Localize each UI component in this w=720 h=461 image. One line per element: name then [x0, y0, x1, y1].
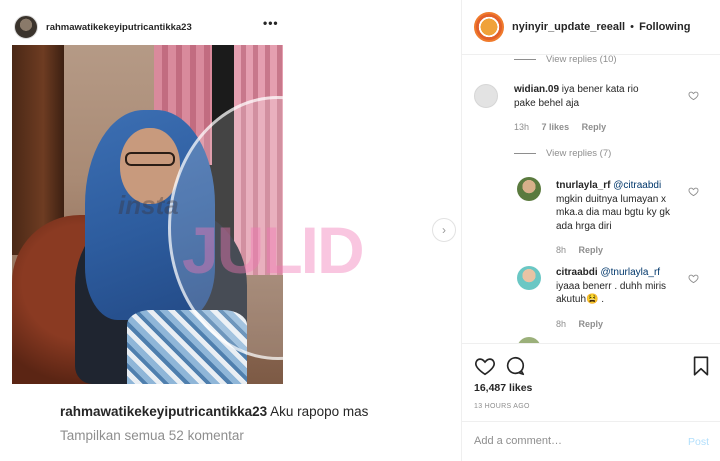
heart-icon[interactable] — [688, 186, 699, 197]
following-button[interactable]: Following — [639, 21, 690, 33]
heart-icon[interactable] — [688, 273, 699, 284]
caption-text: Aku rapopo mas — [270, 404, 369, 419]
embedded-post: rahmawatikekeyiputricantikka23 ••• insta… — [0, 0, 462, 461]
post-header: rahmawatikekeyiputricantikka23 — [14, 14, 284, 40]
comment-text: tnurlayla_rf @citraabdi mgkin duitnya lu… — [556, 180, 670, 232]
comment-time: 8h — [556, 319, 567, 329]
avatar[interactable] — [474, 84, 498, 108]
comment-username[interactable]: widian.09 — [514, 84, 559, 95]
post-caption: rahmawatikekeyiputricantikka23 Aku rapop… — [60, 404, 368, 419]
heart-icon[interactable] — [474, 355, 496, 377]
view-replies-link[interactable]: View replies (7) — [514, 148, 611, 159]
comment-meta: 13h 7 likes Reply — [514, 122, 616, 132]
view-replies-link[interactable]: View replies (10) — [514, 55, 617, 65]
chevron-right-icon[interactable]: › — [432, 218, 456, 242]
add-comment-bar: Post — [462, 421, 720, 461]
action-bar: 16,487 likes 13 HOURS AGO — [462, 343, 720, 421]
view-all-comments-link[interactable]: Tampilkan semua 52 komentar — [60, 428, 244, 443]
post-username[interactable]: rahmawatikekeyiputricantikka23 — [46, 22, 192, 33]
watermark-text: insta — [118, 190, 179, 220]
comment-time: 8h — [556, 245, 567, 255]
comments-list[interactable]: View replies (10) widian.09 iya bener ka… — [462, 55, 720, 343]
comment-username[interactable]: citraabdi — [556, 267, 598, 278]
comment-likes[interactable]: 7 likes — [542, 122, 570, 132]
avatar[interactable] — [517, 177, 541, 201]
post-timestamp: 13 HOURS AGO — [474, 403, 530, 410]
heart-icon[interactable] — [688, 90, 699, 101]
mention-link[interactable]: @citraabdi — [613, 180, 661, 191]
comment-time: 13h — [514, 122, 530, 132]
reply-button[interactable]: Reply — [579, 319, 604, 329]
mention-link[interactable]: @tnurlayla_rf — [600, 267, 660, 278]
comment-meta: 8h Reply — [556, 319, 613, 329]
panel-username[interactable]: nyinyir_update_reeall — [512, 21, 625, 33]
caption-username[interactable]: rahmawatikekeyiputricantikka23 — [60, 404, 267, 419]
likes-count[interactable]: 16,487 likes — [474, 382, 532, 394]
comment-text: widian.09 iya bener kata rio pake behel … — [514, 84, 639, 109]
panel-header: nyinyir_update_reeall • Following — [462, 0, 720, 55]
reply-button[interactable]: Reply — [582, 122, 607, 132]
comment-username[interactable]: tnurlayla_rf — [556, 180, 610, 191]
post-button[interactable]: Post — [688, 436, 709, 448]
comment-meta: 8h Reply — [556, 245, 613, 255]
avatar[interactable] — [517, 266, 541, 290]
avatar[interactable] — [14, 15, 38, 39]
separator-dot: • — [630, 21, 635, 33]
post-detail-panel: nyinyir_update_reeall • Following View r… — [462, 0, 720, 461]
comment-icon[interactable] — [504, 355, 526, 377]
comment-text: citraabdi @tnurlayla_rf iyaaa benerr . d… — [556, 267, 667, 305]
watermark-logo: JULID — [182, 213, 365, 287]
reply-button[interactable]: Reply — [579, 245, 604, 255]
add-comment-input[interactable] — [474, 435, 664, 447]
avatar[interactable] — [474, 12, 504, 42]
more-options-icon[interactable]: ••• — [263, 17, 279, 29]
bookmark-icon[interactable] — [690, 355, 712, 377]
